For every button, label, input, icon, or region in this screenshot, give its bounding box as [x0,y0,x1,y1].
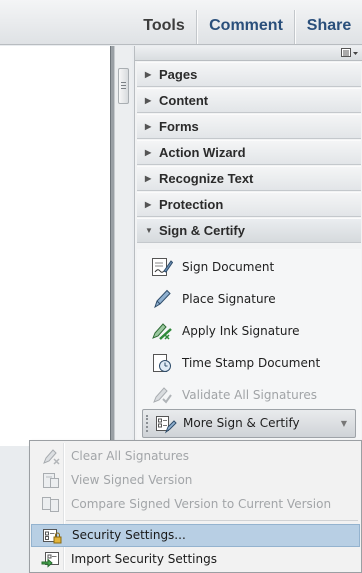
menu-separator [66,520,358,521]
section-label: Pages [159,67,198,82]
more-options-icon [155,414,177,434]
expand-arrow-icon: ▶ [145,70,152,79]
menu-item-view-signed-version[interactable]: View Signed Version [31,469,360,492]
section-label: Action Wizard [159,145,246,160]
expand-arrow-icon: ▶ [145,174,152,183]
time-stamp-document-item[interactable]: Time Stamp Document [137,347,361,379]
tools-button[interactable]: Tools [135,0,193,44]
expand-arrow-icon: ▶ [145,96,152,105]
more-sign-certify-menu: Clear All Signatures View Signed Version… [29,440,362,573]
apply-ink-signature-item[interactable]: Apply Ink Signature [137,315,361,347]
section-forms[interactable]: ▶ Forms [137,114,361,139]
document-page[interactable] [0,46,111,446]
expand-arrow-icon: ▶ [145,122,152,131]
time-stamp-document-label: Time Stamp Document [182,356,321,370]
toolbar-separator [294,10,295,44]
menu-item-label: Compare Signed Version to Current Versio… [71,497,332,511]
tools-panel: ▶ Pages ▶ Content ▶ Forms ▶ Action Wizar… [134,46,362,446]
section-pages[interactable]: ▶ Pages [137,62,361,87]
section-protection[interactable]: ▶ Protection [137,192,361,217]
scrollbar-thumb[interactable] [118,68,129,104]
top-toolbar: Tools Comment Share [0,0,362,45]
menu-item-label: Clear All Signatures [71,449,190,463]
import-settings-icon [41,551,61,568]
validate-signatures-icon [151,385,173,405]
validate-all-signatures-label: Validate All Signatures [182,388,318,402]
expand-arrow-icon: ▶ [145,200,152,209]
more-sign-certify-button[interactable]: More Sign & Certify ▼ [142,409,356,438]
view-signed-icon [41,472,61,489]
section-label: Protection [159,197,224,212]
place-signature-label: Place Signature [182,292,276,306]
menu-item-label: Security Settings... [72,528,186,542]
ink-signature-icon [151,321,173,341]
section-label: Recognize Text [159,171,254,186]
document-pane [0,46,115,446]
sign-document-item[interactable]: Sign Document [137,251,361,283]
chevron-down-icon: ▼ [340,419,347,428]
menu-item-clear-all-signatures[interactable]: Clear All Signatures [31,445,360,468]
grip-handle-icon [146,415,150,432]
panel-options-bar [135,46,362,61]
apply-ink-signature-label: Apply Ink Signature [182,324,300,338]
vertical-scrollbar[interactable] [114,46,132,446]
clear-signatures-icon [41,448,61,465]
menu-item-security-settings[interactable]: Security Settings... [31,524,360,547]
pen-icon [151,289,173,309]
security-settings-icon [42,528,62,545]
expand-arrow-icon: ▶ [145,148,152,157]
section-action-wizard[interactable]: ▶ Action Wizard [137,140,361,165]
share-button[interactable]: Share [300,0,358,44]
validate-all-signatures-item[interactable]: Validate All Signatures [137,379,361,411]
toolbar-separator [196,10,197,44]
section-content[interactable]: ▶ Content [137,88,361,113]
sign-document-label: Sign Document [182,260,275,274]
sign-certify-list: Sign Document Place Signature Apply Ink … [137,249,361,446]
menu-item-label: View Signed Version [71,473,193,487]
menu-item-compare-signed-version[interactable]: Compare Signed Version to Current Versio… [31,493,360,516]
compare-versions-icon [41,496,61,513]
section-label: Sign & Certify [159,223,245,238]
more-sign-certify-label: More Sign & Certify [183,416,300,430]
collapse-arrow-icon: ▼ [145,226,153,235]
section-label: Forms [159,119,199,134]
panel-options-icon[interactable] [341,48,359,58]
section-sign-certify[interactable]: ▼ Sign & Certify [137,218,361,243]
sign-document-icon [151,257,174,277]
section-recognize-text[interactable]: ▶ Recognize Text [137,166,361,191]
section-label: Content [159,93,209,108]
menu-item-label: Import Security Settings [71,552,217,566]
menu-item-import-security-settings[interactable]: Import Security Settings [31,548,360,571]
time-stamp-icon [151,353,173,373]
place-signature-item[interactable]: Place Signature [137,283,361,315]
comment-button[interactable]: Comment [201,0,291,44]
